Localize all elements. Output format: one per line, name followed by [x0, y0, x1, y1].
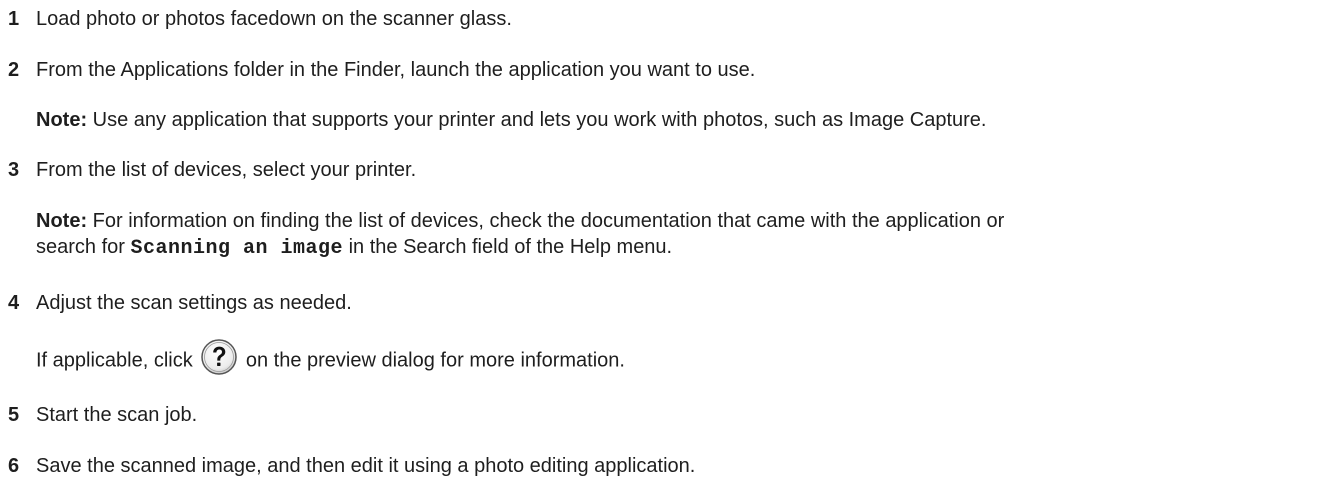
note-line-1: Note: For information on finding the lis…: [36, 208, 1336, 234]
step-text: Save the scanned image, and then edit it…: [36, 455, 696, 477]
step-text: Start the scan job.: [36, 404, 198, 426]
step-2: 2 From the Applications folder in the Fin…: [8, 57, 1333, 83]
note-text-post: in the Search field of the Help menu.: [343, 236, 673, 258]
note-text-pre: search for: [36, 236, 131, 258]
step-number: 4: [8, 292, 20, 314]
note-1: Note: Use any application that supports …: [36, 107, 1336, 133]
step-3: 3 From the list of devices, select your p…: [8, 157, 1333, 183]
detail-text-pre: If applicable, click: [36, 349, 199, 372]
step-text: Load photo or photos facedown on the sca…: [36, 8, 512, 30]
note-label: Note:: [36, 210, 88, 232]
step-text: From the list of devices, select your pr…: [36, 159, 417, 181]
step-number: 5: [8, 404, 20, 426]
step-4: 4 Adjust the scan settings as needed.: [8, 290, 1333, 316]
note-text: For information on finding the list of d…: [87, 210, 1005, 232]
step-text: From the Applications folder in the Find…: [36, 59, 756, 81]
step-5: 5 Start the scan job.: [8, 402, 1333, 428]
step-number: 2: [8, 59, 20, 81]
search-term-code: Scanning an image: [130, 237, 344, 260]
step-4-detail: If applicable, click on the preview dial…: [36, 339, 1336, 376]
note-label: Note:: [36, 109, 88, 131]
step-6: 6 Save the scanned image, and then edit i…: [8, 453, 1333, 479]
step-number: 6: [8, 455, 20, 477]
instructions-page: 1 Load photo or photos facedown on the sc…: [0, 0, 1340, 504]
note-line-2: search for Scanning an image in the Sear…: [36, 234, 1336, 262]
detail-text-post: on the preview dialog for more informati…: [240, 349, 625, 372]
step-text: Adjust the scan settings as needed.: [36, 292, 352, 314]
step-1: 1 Load photo or photos facedown on the sc…: [8, 6, 1333, 32]
step-number: 1: [8, 8, 20, 30]
note-text: Use any application that supports your p…: [87, 109, 987, 131]
note-2: Note: For information on finding the lis…: [36, 208, 1336, 262]
step-number: 3: [8, 159, 20, 181]
help-question-icon[interactable]: [200, 338, 238, 376]
